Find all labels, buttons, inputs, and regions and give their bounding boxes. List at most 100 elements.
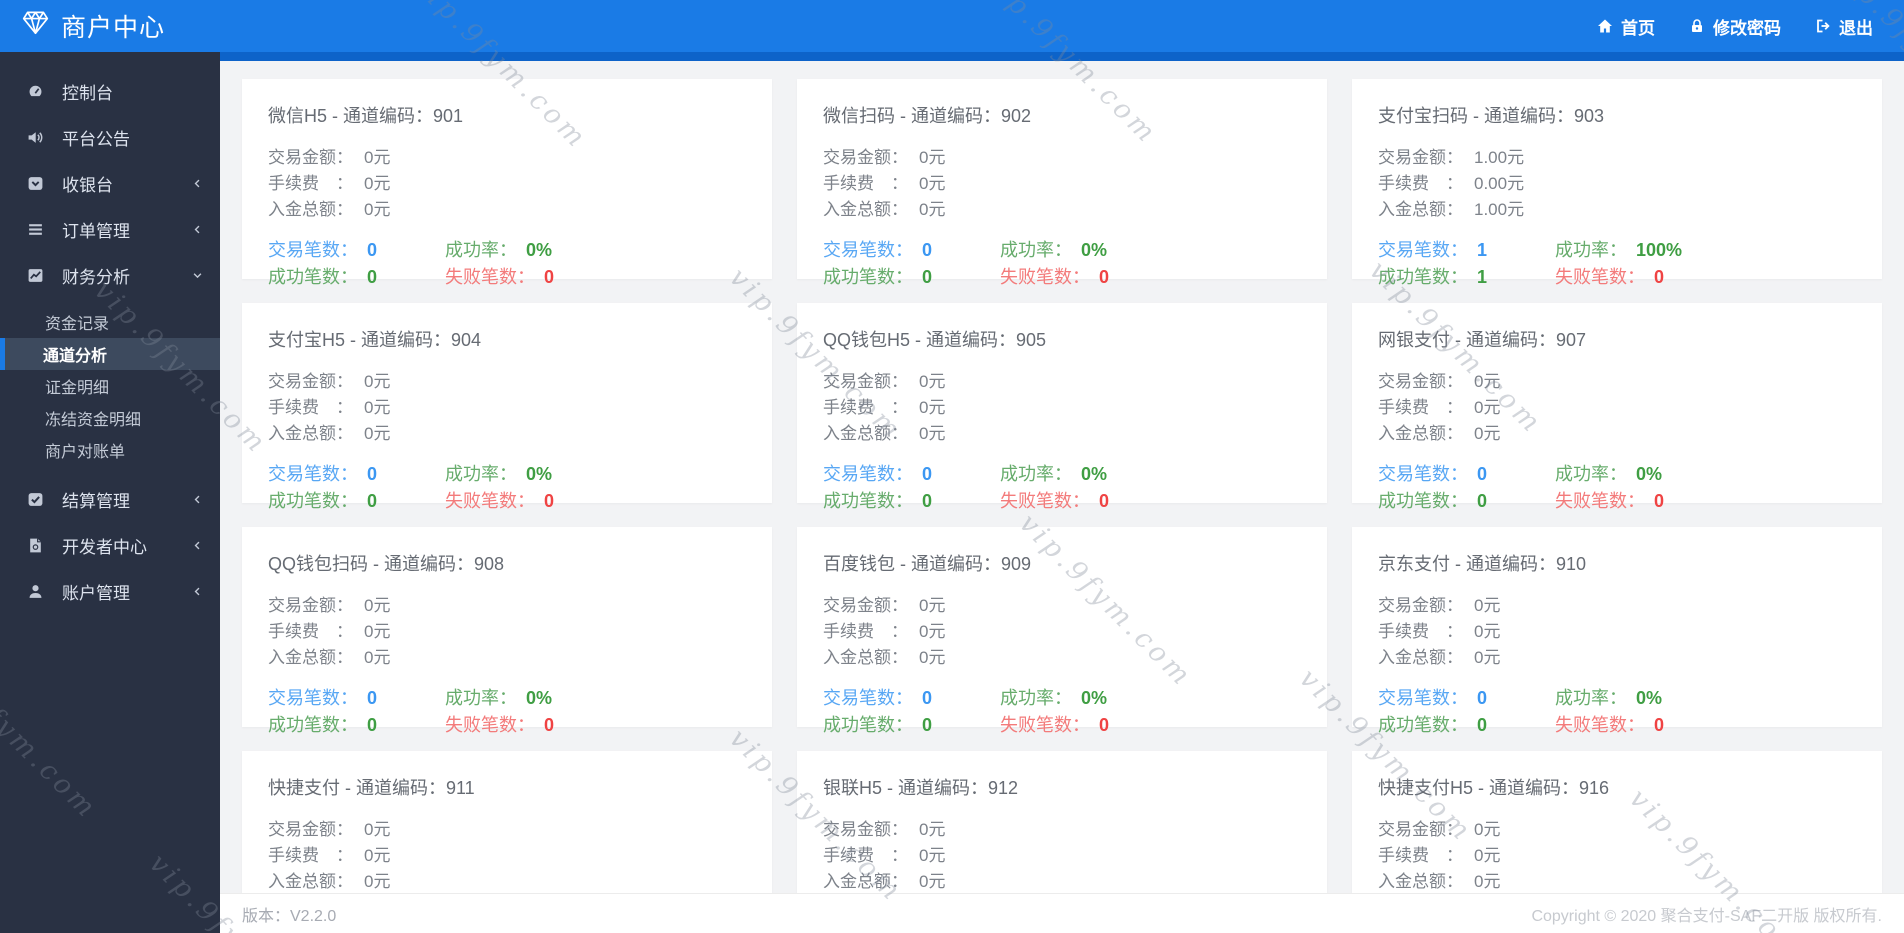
sidebar-item-finance[interactable]: 财务分析	[0, 252, 220, 298]
sidebar-item-icon-wrap	[27, 583, 49, 600]
stat-success-rate-label: 成功率：	[1000, 240, 1072, 260]
stat-fail-count-label: 失败笔数：	[1555, 715, 1645, 735]
submenu-item-fund-records[interactable]: 资金记录	[0, 306, 220, 338]
stat-tx-count-label: 交易笔数：	[268, 688, 358, 708]
stat-success-count-label: 成功笔数：	[1378, 491, 1468, 511]
stat-tx-count-value: 0	[367, 240, 378, 260]
file-icon	[27, 537, 44, 554]
fee-line-value: 0元	[1474, 622, 1501, 641]
submenu-item-deposit-details[interactable]: 证金明细	[0, 370, 220, 402]
chevron-left-icon	[191, 493, 204, 506]
stat-tx-count: 交易笔数： 0	[823, 237, 1000, 264]
channel-card: 网银支付 - 通道编码：907 交易金额： 0元 手续费 ： 0元 入金总额： 0元 交易笔数…	[1352, 303, 1882, 511]
total-line-label: 入金总额：	[1378, 200, 1463, 219]
channel-card-stats: 交易笔数： 0 成功率： 0% 成功笔数： 0 失败笔数： 0	[268, 461, 746, 515]
amount-line-value: 0元	[1474, 596, 1501, 615]
sidebar-item-console[interactable]: 控制台	[0, 68, 220, 114]
footer: 版本：V2.2.0 Copyright © 2020 聚合支付-SAF二开版 版…	[220, 893, 1904, 933]
stat-tx-count-value: 0	[922, 240, 933, 260]
submenu-item-channel-analysis[interactable]: 通道分析	[0, 338, 220, 370]
topnav-logout[interactable]: 退出	[1798, 0, 1890, 52]
amount-line-value: 0元	[1474, 372, 1501, 391]
total-line-value: 0元	[919, 200, 946, 219]
sidebar-item-developer[interactable]: 开发者中心	[0, 522, 220, 568]
channel-card-title: 快捷支付 - 通道编码：911	[268, 778, 475, 798]
stat-fail-count-label: 失败笔数：	[445, 715, 535, 735]
channel-card-stats: 交易笔数： 0 成功率： 0% 成功笔数： 0 失败笔数： 0	[1378, 685, 1856, 739]
stat-success-count: 成功笔数： 0	[1378, 712, 1555, 739]
stat-tx-count: 交易笔数： 0	[268, 237, 445, 264]
channel-card: 快捷支付 - 通道编码：911 交易金额： 0元 手续费 ： 0元 入金总额： 0元	[242, 751, 772, 893]
fee-line-label: 手续费 ：	[823, 622, 908, 641]
stat-success-rate: 成功率： 0%	[1555, 461, 1856, 488]
total-line-value: 0元	[364, 872, 391, 891]
sidebar-item-account[interactable]: 账户管理	[0, 568, 220, 614]
stat-success-rate-label: 成功率：	[1000, 464, 1072, 484]
fee-line: 手续费 ： 0元	[823, 619, 1301, 645]
chevron-left-icon	[191, 585, 204, 598]
stat-fail-count: 失败笔数： 0	[445, 488, 746, 515]
topnav-label: 首页	[1621, 18, 1655, 38]
fee-line-value: 0元	[919, 174, 946, 193]
channel-card: 微信扫码 - 通道编码：902 交易金额： 0元 手续费 ： 0元 入金总额： 0元 交易笔数…	[797, 79, 1327, 287]
stat-tx-count-label: 交易笔数：	[268, 464, 358, 484]
channel-card-title: 微信H5 - 通道编码：901	[268, 106, 464, 126]
amount-line: 交易金额： 0元	[268, 145, 746, 171]
stat-success-count-value: 0	[922, 715, 933, 735]
stat-success-rate-value: 0%	[1636, 688, 1663, 708]
sidebar-item-announcements[interactable]: 平台公告	[0, 114, 220, 160]
stat-tx-count: 交易笔数： 0	[1378, 685, 1555, 712]
stat-success-rate-label: 成功率：	[1555, 240, 1627, 260]
sidebar-item-label: 财务分析	[62, 267, 130, 287]
sidebar-item-cashier[interactable]: 收银台	[0, 160, 220, 206]
stat-success-count: 成功笔数： 0	[823, 488, 1000, 515]
total-line-label: 入金总额：	[823, 648, 908, 667]
stat-fail-count: 失败笔数： 0	[1000, 488, 1301, 515]
stat-tx-count: 交易笔数： 0	[823, 461, 1000, 488]
topnav-label: 退出	[1839, 18, 1873, 38]
channel-card: 京东支付 - 通道编码：910 交易金额： 0元 手续费 ： 0元 入金总额： 0元 交易笔数…	[1352, 527, 1882, 735]
stat-fail-count: 失败笔数： 0	[445, 264, 746, 291]
channel-card-stats: 交易笔数： 1 成功率： 100% 成功笔数： 1 失败笔数： 0	[1378, 237, 1856, 291]
stat-success-count: 成功笔数： 0	[823, 712, 1000, 739]
amount-line-label: 交易金额：	[268, 820, 353, 839]
channel-card-amounts: 交易金额： 0元 手续费 ： 0元 入金总额： 0元	[268, 593, 746, 671]
topnav-change-password[interactable]: 修改密码	[1672, 0, 1798, 52]
amount-line-value: 0元	[919, 596, 946, 615]
total-line-label: 入金总额：	[268, 200, 353, 219]
submenu-item-merchant-statement[interactable]: 商户对账单	[0, 434, 220, 466]
channel-card-amounts: 交易金额： 0元 手续费 ： 0元 入金总额： 0元	[268, 369, 746, 447]
stat-success-rate: 成功率： 100%	[1555, 237, 1856, 264]
total-line-value: 0元	[919, 872, 946, 891]
fee-line-label: 手续费 ：	[268, 174, 353, 193]
stat-tx-count-label: 交易笔数：	[823, 464, 913, 484]
user-icon	[27, 583, 44, 600]
amount-line-label: 交易金额：	[1378, 820, 1463, 839]
total-line-value: 0元	[1474, 424, 1501, 443]
stat-tx-count-value: 0	[922, 464, 933, 484]
channel-card-title: 支付宝扫码 - 通道编码：903	[1378, 106, 1605, 126]
fee-line-label: 手续费 ：	[1378, 622, 1463, 641]
sidebar-item-orders[interactable]: 订单管理	[0, 206, 220, 252]
fee-line: 手续费 ： 0元	[823, 395, 1301, 421]
brand[interactable]: 商户中心	[0, 8, 165, 44]
sidebar-item-settlement[interactable]: 结算管理	[0, 476, 220, 522]
amount-line-label: 交易金额：	[268, 596, 353, 615]
submenu-item-frozen-funds[interactable]: 冻结资金明细	[0, 402, 220, 434]
stat-fail-count-label: 失败笔数：	[1555, 267, 1645, 287]
topnav-home[interactable]: 首页	[1580, 0, 1672, 52]
stat-fail-count-value: 0	[1099, 715, 1110, 735]
stat-tx-count-value: 0	[1477, 464, 1488, 484]
sidebar-item-icon-wrap	[27, 129, 49, 146]
fee-line-value: 0元	[364, 174, 391, 193]
total-line: 入金总额： 0元	[1378, 645, 1856, 671]
fee-line-label: 手续费 ：	[268, 846, 353, 865]
stat-fail-count-value: 0	[1654, 267, 1665, 287]
stat-fail-count-value: 0	[1099, 491, 1110, 511]
stat-tx-count: 交易笔数： 0	[268, 685, 445, 712]
stat-tx-count: 交易笔数： 0	[1378, 461, 1555, 488]
total-line: 入金总额： 0元	[268, 421, 746, 447]
chevron-left-icon	[191, 539, 204, 552]
total-line-value: 0元	[364, 648, 391, 667]
fee-line: 手续费 ： 0元	[823, 171, 1301, 197]
